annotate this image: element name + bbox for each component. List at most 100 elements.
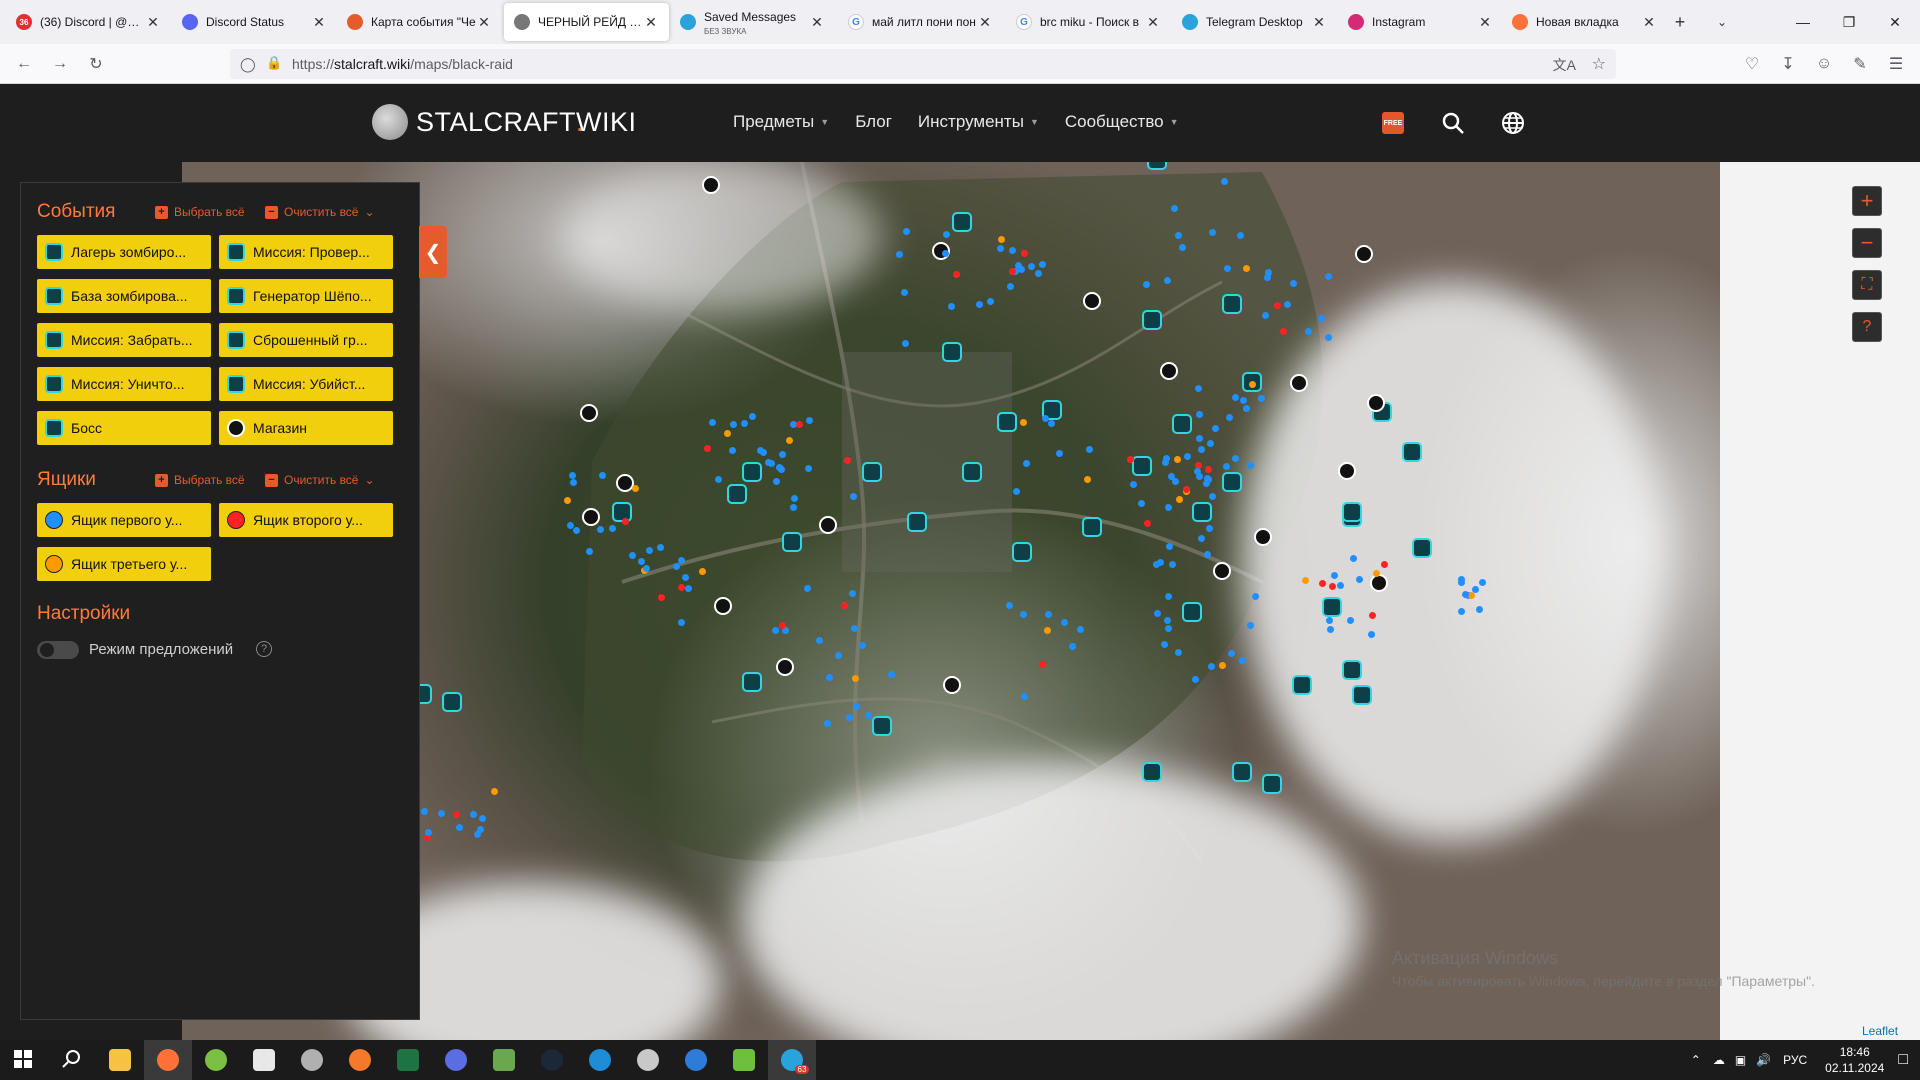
crate-dot-icon[interactable] bbox=[851, 675, 859, 683]
crate-dot-icon[interactable] bbox=[708, 418, 716, 426]
crate-dot-icon[interactable] bbox=[948, 302, 956, 310]
crate-dot-icon[interactable] bbox=[598, 472, 606, 480]
crate-dot-icon[interactable] bbox=[622, 517, 630, 525]
event-marker-icon[interactable] bbox=[1342, 502, 1362, 522]
event-marker-icon[interactable] bbox=[742, 672, 762, 692]
shield-icon[interactable]: ◯ bbox=[240, 56, 256, 73]
crate-dot-icon[interactable] bbox=[1257, 395, 1265, 403]
crate-dot-icon[interactable] bbox=[1076, 626, 1084, 633]
crate-dot-icon[interactable] bbox=[474, 830, 482, 838]
event-filter-chip[interactable]: Сброшенный гр... bbox=[219, 323, 393, 357]
close-window-button[interactable]: ✕ bbox=[1872, 0, 1918, 44]
event-filter-chip[interactable]: Босс bbox=[37, 411, 211, 445]
event-marker-icon[interactable] bbox=[997, 412, 1017, 432]
crate-dot-icon[interactable] bbox=[748, 412, 756, 420]
crate-dot-icon[interactable] bbox=[1317, 314, 1325, 322]
shop-marker-icon[interactable] bbox=[1370, 574, 1388, 592]
file-explorer-icon[interactable] bbox=[96, 1040, 144, 1080]
language-indicator[interactable]: РУС bbox=[1783, 1053, 1807, 1067]
crate-dot-icon[interactable] bbox=[699, 567, 707, 575]
globe-icon[interactable] bbox=[1498, 108, 1528, 138]
menu-item[interactable]: Инструменты ▼ bbox=[918, 112, 1039, 132]
event-filter-chip[interactable]: Миссия: Уничто... bbox=[37, 367, 211, 401]
zoom-in-button[interactable]: + bbox=[1852, 186, 1882, 216]
forward-icon[interactable]: → bbox=[48, 52, 72, 76]
shop-marker-icon[interactable] bbox=[702, 176, 720, 194]
event-marker-icon[interactable] bbox=[952, 212, 972, 232]
fullscreen-icon[interactable]: ⛶ bbox=[1852, 270, 1882, 300]
menu-icon[interactable]: ☰ bbox=[1884, 52, 1908, 76]
close-tab-icon[interactable]: ✕ bbox=[311, 14, 327, 31]
leaflet-attribution-link[interactable]: Leaflet bbox=[1862, 1024, 1898, 1038]
app-icon[interactable] bbox=[192, 1040, 240, 1080]
browser-tab[interactable]: Saved Messages БЕЗ ЗВУКА ✕ bbox=[670, 3, 835, 41]
crate-dot-icon[interactable] bbox=[986, 297, 994, 305]
event-marker-icon[interactable] bbox=[907, 512, 927, 532]
search-icon[interactable] bbox=[48, 1040, 96, 1080]
event-marker-icon[interactable] bbox=[1172, 414, 1192, 434]
events-clear-all-button[interactable]: − Очистить всё ⌄ bbox=[265, 205, 375, 219]
crate-dot-icon[interactable] bbox=[1202, 479, 1210, 487]
crate-dot-icon[interactable] bbox=[470, 811, 478, 819]
crate-dot-icon[interactable] bbox=[1231, 455, 1239, 463]
event-marker-icon[interactable] bbox=[872, 716, 892, 736]
crate-dot-icon[interactable] bbox=[1170, 204, 1178, 212]
close-tab-icon[interactable]: ✕ bbox=[643, 14, 659, 31]
downloads-icon[interactable]: ↧ bbox=[1776, 52, 1800, 76]
minecraft-icon[interactable] bbox=[480, 1040, 528, 1080]
event-filter-chip[interactable]: Миссия: Провер... bbox=[219, 235, 393, 269]
crate-dot-icon[interactable] bbox=[1205, 465, 1213, 473]
minimize-button[interactable]: — bbox=[1780, 0, 1826, 44]
collapse-panel-button[interactable]: ❮ bbox=[419, 226, 447, 278]
event-filter-chip[interactable]: Миссия: Забрать... bbox=[37, 323, 211, 357]
app-icon[interactable] bbox=[624, 1040, 672, 1080]
crate-dot-icon[interactable] bbox=[1164, 624, 1172, 632]
crate-dot-icon[interactable] bbox=[1476, 605, 1484, 613]
event-marker-icon[interactable] bbox=[1142, 310, 1162, 330]
help-icon[interactable]: ? bbox=[1852, 312, 1882, 342]
crate-dot-icon[interactable] bbox=[941, 250, 949, 258]
crate-dot-icon[interactable] bbox=[1174, 455, 1182, 463]
shop-marker-icon[interactable] bbox=[714, 597, 732, 615]
crate-dot-icon[interactable] bbox=[1346, 617, 1354, 625]
crate-dot-icon[interactable] bbox=[1325, 616, 1333, 624]
close-tab-icon[interactable]: ✕ bbox=[1477, 14, 1493, 31]
event-marker-icon[interactable] bbox=[1012, 542, 1032, 562]
network-icon[interactable]: ▣ bbox=[1735, 1053, 1746, 1067]
event-marker-icon[interactable] bbox=[1192, 502, 1212, 522]
close-tab-icon[interactable]: ✕ bbox=[145, 14, 161, 31]
crate-dot-icon[interactable] bbox=[1330, 572, 1338, 580]
crate-dot-icon[interactable] bbox=[1174, 648, 1182, 656]
translate-icon[interactable]: 文A bbox=[1553, 55, 1576, 75]
crate-dot-icon[interactable] bbox=[952, 271, 960, 279]
crates-select-all-button[interactable]: + Выбрать всё bbox=[155, 473, 245, 487]
crate-dot-icon[interactable] bbox=[1208, 662, 1216, 670]
browser-tab[interactable]: 36 (36) Discord | @esse ✕ bbox=[6, 3, 171, 41]
crate-dot-icon[interactable] bbox=[596, 525, 604, 533]
crate-dot-icon[interactable] bbox=[1085, 445, 1093, 453]
crate-dot-icon[interactable] bbox=[772, 627, 779, 635]
reload-icon[interactable]: ↻ bbox=[84, 52, 108, 76]
crate-dot-icon[interactable] bbox=[1012, 487, 1020, 495]
shop-marker-icon[interactable] bbox=[1160, 362, 1178, 380]
event-marker-icon[interactable] bbox=[1182, 602, 1202, 622]
crate-dot-icon[interactable] bbox=[1142, 280, 1150, 288]
close-tab-icon[interactable]: ✕ bbox=[809, 14, 825, 31]
crate-dot-icon[interactable] bbox=[1318, 579, 1326, 587]
crate-dot-icon[interactable] bbox=[848, 590, 856, 598]
crate-dot-icon[interactable] bbox=[1223, 265, 1231, 272]
event-filter-chip[interactable]: Генератор Шёпо... bbox=[219, 279, 393, 313]
crate-dot-icon[interactable] bbox=[1203, 550, 1211, 558]
crate-dot-icon[interactable] bbox=[791, 494, 799, 502]
crate-dot-icon[interactable] bbox=[1006, 282, 1014, 290]
browser-tab[interactable]: Telegram Desktop ✕ bbox=[1172, 3, 1337, 41]
browser-tab[interactable]: ЧЕРНЫЙ РЕЙД - ST ✕ bbox=[504, 3, 669, 41]
telegram-icon[interactable]: 63 bbox=[768, 1040, 816, 1080]
crate-dot-icon[interactable] bbox=[1083, 475, 1091, 483]
event-marker-icon[interactable] bbox=[1262, 774, 1282, 794]
crate-dot-icon[interactable] bbox=[479, 814, 487, 822]
crate-dot-icon[interactable] bbox=[1355, 575, 1363, 583]
crate-dot-icon[interactable] bbox=[1143, 519, 1151, 527]
volume-icon[interactable]: 🔊 bbox=[1756, 1053, 1771, 1067]
shop-marker-icon[interactable] bbox=[1355, 245, 1373, 263]
